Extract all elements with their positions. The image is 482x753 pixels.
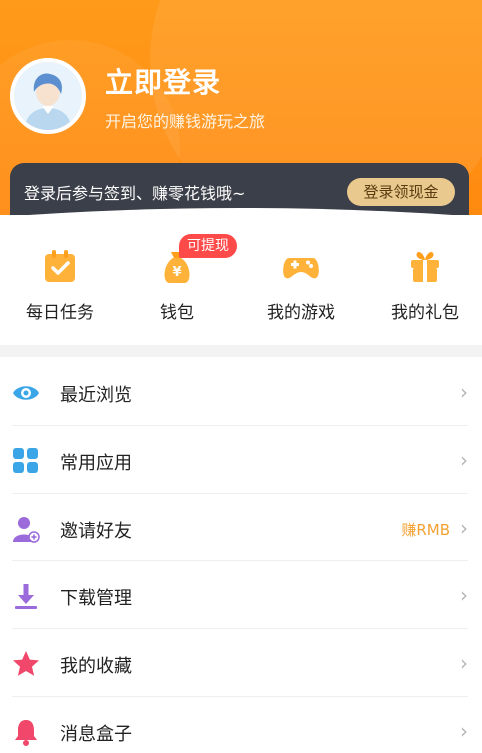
eye-icon [13,386,39,400]
quick-item-my-gifts[interactable]: 我的礼包 [365,232,482,332]
chevron-right-icon: › [460,718,468,743]
list-item-recent[interactable]: 最近浏览 › [0,358,482,426]
quick-item-my-games[interactable]: 我的游戏 [241,232,361,332]
quick-item-label: 我的游戏 [267,303,335,323]
avatar[interactable] [10,58,86,134]
login-subtitle: 开启您的赚钱游玩之旅 [105,112,266,131]
profile-header: 立即登录 开启您的赚钱游玩之旅 登录后参与签到、赚零花钱哦~ 登录领现金 [0,0,482,215]
bell-icon [15,719,37,746]
quick-item-label: 每日任务 [26,303,94,323]
invite-friend-icon [13,516,40,543]
download-icon [15,584,37,610]
list-item-label: 我的收藏 [60,656,132,678]
list-item-downloads[interactable]: 下载管理 › [0,561,482,630]
list-item-messages[interactable]: 消息盒子 › [0,697,482,753]
withdraw-badge: 可提现 [179,234,237,258]
quick-item-label: 钱包 [160,303,194,323]
chevron-right-icon: › [460,583,468,608]
apps-grid-icon [13,447,38,473]
earn-rmb-hint: 赚RMB [401,520,450,539]
calendar-check-icon [45,250,75,282]
profile-page: 立即登录 开启您的赚钱游玩之旅 登录后参与签到、赚零花钱哦~ 登录领现金 每日任… [0,0,482,753]
list-item-label: 邀请好友 [60,520,132,542]
list-item-label: 最近浏览 [60,385,132,406]
list-item-label: 下载管理 [60,588,132,610]
quick-menu: 每日任务 ¥ 钱包 我的游戏 我的礼包 [0,232,482,342]
list-item-favorites[interactable]: 我的收藏 › [0,629,482,697]
chevron-right-icon: › [460,380,468,404]
list-item-label: 消息盒子 [60,723,132,745]
chevron-right-icon: › [460,447,468,472]
gamepad-icon [283,258,319,279]
banner-text: 登录后参与签到、赚零花钱哦~ [24,184,246,203]
login-cash-button[interactable]: 登录领现金 [347,178,455,206]
settings-list: 最近浏览 › 常用应用 › 邀请好友 赚RMB › 下载管理 › 我的收藏 › … [0,358,482,753]
chevron-right-icon: › [460,515,468,540]
list-item-common-apps[interactable]: 常用应用 › [0,426,482,494]
list-item-label: 常用应用 [60,452,132,474]
quick-item-daily-tasks[interactable]: 每日任务 [0,232,120,332]
star-icon [13,651,39,676]
chevron-right-icon: › [460,651,468,676]
gift-icon [411,251,439,282]
quick-item-label: 我的礼包 [391,303,459,323]
list-item-invite[interactable]: 邀请好友 赚RMB › [0,494,482,562]
login-title[interactable]: 立即登录 [105,61,221,101]
svg-text:¥: ¥ [172,265,181,280]
section-divider [0,345,482,357]
